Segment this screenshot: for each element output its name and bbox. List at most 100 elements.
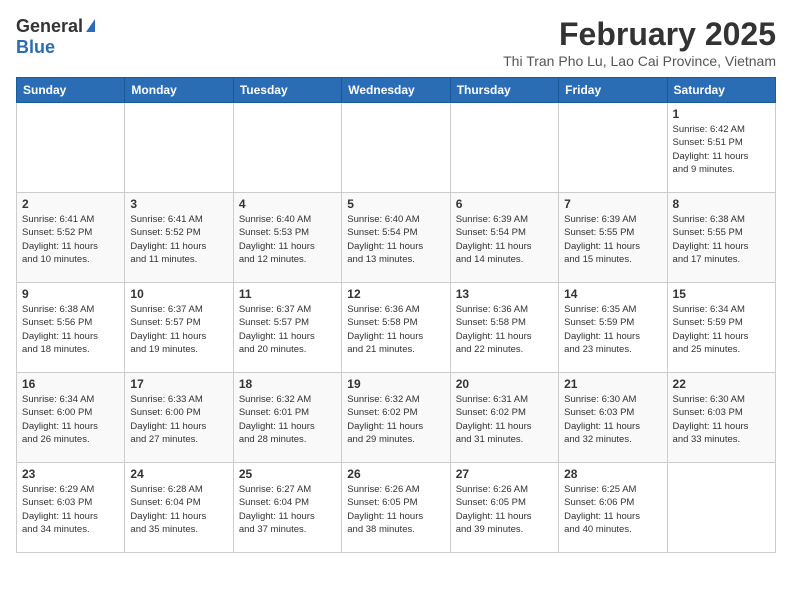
day-info: Sunrise: 6:32 AM Sunset: 6:02 PM Dayligh… — [347, 393, 444, 446]
day-number: 3 — [130, 197, 227, 211]
day-of-week-header: Wednesday — [342, 78, 450, 103]
day-number: 7 — [564, 197, 661, 211]
calendar-cell — [450, 103, 558, 193]
calendar-cell: 28 Sunrise: 6:25 AM Sunset: 6:06 PM Dayli… — [559, 463, 667, 553]
day-number: 5 — [347, 197, 444, 211]
day-info: Sunrise: 6:37 AM Sunset: 5:57 PM Dayligh… — [239, 303, 336, 356]
calendar-cell: 22 Sunrise: 6:30 AM Sunset: 6:03 PM Dayli… — [667, 373, 775, 463]
day-number: 20 — [456, 377, 553, 391]
calendar-cell: 1Sunrise: 6:42 AM Sunset: 5:51 PM Daylig… — [667, 103, 775, 193]
calendar-cell: 15 Sunrise: 6:34 AM Sunset: 5:59 PM Dayli… — [667, 283, 775, 373]
day-info: Sunrise: 6:27 AM Sunset: 6:04 PM Dayligh… — [239, 483, 336, 536]
month-title: February 2025 — [503, 16, 776, 53]
day-info: Sunrise: 6:41 AM Sunset: 5:52 PM Dayligh… — [22, 213, 119, 266]
calendar-cell: 11 Sunrise: 6:37 AM Sunset: 5:57 PM Dayli… — [233, 283, 341, 373]
logo-general-text: General — [16, 16, 83, 37]
day-info: Sunrise: 6:36 AM Sunset: 5:58 PM Dayligh… — [347, 303, 444, 356]
day-of-week-header: Thursday — [450, 78, 558, 103]
calendar-cell — [233, 103, 341, 193]
day-number: 14 — [564, 287, 661, 301]
calendar-cell: 8 Sunrise: 6:38 AM Sunset: 5:55 PM Daylig… — [667, 193, 775, 283]
day-number: 8 — [673, 197, 770, 211]
day-number: 25 — [239, 467, 336, 481]
day-number: 21 — [564, 377, 661, 391]
day-number: 9 — [22, 287, 119, 301]
calendar-cell: 9 Sunrise: 6:38 AM Sunset: 5:56 PM Daylig… — [17, 283, 125, 373]
day-number: 16 — [22, 377, 119, 391]
day-number: 15 — [673, 287, 770, 301]
day-info: Sunrise: 6:38 AM Sunset: 5:55 PM Dayligh… — [673, 213, 770, 266]
calendar-cell — [17, 103, 125, 193]
day-number: 18 — [239, 377, 336, 391]
day-info: Sunrise: 6:39 AM Sunset: 5:54 PM Dayligh… — [456, 213, 553, 266]
day-info: Sunrise: 6:37 AM Sunset: 5:57 PM Dayligh… — [130, 303, 227, 356]
calendar-cell: 13 Sunrise: 6:36 AM Sunset: 5:58 PM Dayli… — [450, 283, 558, 373]
day-number: 6 — [456, 197, 553, 211]
day-number: 19 — [347, 377, 444, 391]
day-number: 26 — [347, 467, 444, 481]
day-number: 4 — [239, 197, 336, 211]
day-info: Sunrise: 6:40 AM Sunset: 5:54 PM Dayligh… — [347, 213, 444, 266]
day-number: 24 — [130, 467, 227, 481]
day-info: Sunrise: 6:35 AM Sunset: 5:59 PM Dayligh… — [564, 303, 661, 356]
day-info: Sunrise: 6:42 AM Sunset: 5:51 PM Dayligh… — [673, 123, 770, 176]
day-info: Sunrise: 6:40 AM Sunset: 5:53 PM Dayligh… — [239, 213, 336, 266]
day-info: Sunrise: 6:39 AM Sunset: 5:55 PM Dayligh… — [564, 213, 661, 266]
day-number: 13 — [456, 287, 553, 301]
day-number: 10 — [130, 287, 227, 301]
calendar-cell: 19 Sunrise: 6:32 AM Sunset: 6:02 PM Dayli… — [342, 373, 450, 463]
day-info: Sunrise: 6:30 AM Sunset: 6:03 PM Dayligh… — [564, 393, 661, 446]
calendar-cell: 14 Sunrise: 6:35 AM Sunset: 5:59 PM Dayli… — [559, 283, 667, 373]
calendar-cell: 16Sunrise: 6:34 AM Sunset: 6:00 PM Dayli… — [17, 373, 125, 463]
day-number: 23 — [22, 467, 119, 481]
calendar-table: SundayMondayTuesdayWednesdayThursdayFrid… — [16, 77, 776, 553]
day-of-week-header: Sunday — [17, 78, 125, 103]
calendar-cell: 24 Sunrise: 6:28 AM Sunset: 6:04 PM Dayli… — [125, 463, 233, 553]
calendar-cell — [342, 103, 450, 193]
day-number: 22 — [673, 377, 770, 391]
calendar-cell: 20 Sunrise: 6:31 AM Sunset: 6:02 PM Dayli… — [450, 373, 558, 463]
calendar-cell: 6 Sunrise: 6:39 AM Sunset: 5:54 PM Daylig… — [450, 193, 558, 283]
calendar-cell: 12 Sunrise: 6:36 AM Sunset: 5:58 PM Dayli… — [342, 283, 450, 373]
location: Thi Tran Pho Lu, Lao Cai Province, Vietn… — [503, 53, 776, 69]
day-info: Sunrise: 6:31 AM Sunset: 6:02 PM Dayligh… — [456, 393, 553, 446]
day-number: 2 — [22, 197, 119, 211]
logo-triangle-icon — [86, 19, 95, 32]
day-number: 28 — [564, 467, 661, 481]
day-info: Sunrise: 6:33 AM Sunset: 6:00 PM Dayligh… — [130, 393, 227, 446]
calendar-cell: 26 Sunrise: 6:26 AM Sunset: 6:05 PM Dayli… — [342, 463, 450, 553]
day-number: 11 — [239, 287, 336, 301]
day-of-week-header: Saturday — [667, 78, 775, 103]
page-header: General Blue February 2025 Thi Tran Pho … — [16, 16, 776, 69]
calendar-cell: 27 Sunrise: 6:26 AM Sunset: 6:05 PM Dayli… — [450, 463, 558, 553]
day-info: Sunrise: 6:41 AM Sunset: 5:52 PM Dayligh… — [130, 213, 227, 266]
title-area: February 2025 Thi Tran Pho Lu, Lao Cai P… — [503, 16, 776, 69]
day-info: Sunrise: 6:36 AM Sunset: 5:58 PM Dayligh… — [456, 303, 553, 356]
day-info: Sunrise: 6:32 AM Sunset: 6:01 PM Dayligh… — [239, 393, 336, 446]
calendar-cell: 10 Sunrise: 6:37 AM Sunset: 5:57 PM Dayli… — [125, 283, 233, 373]
logo-blue-text: Blue — [16, 37, 55, 57]
calendar-cell: 4 Sunrise: 6:40 AM Sunset: 5:53 PM Daylig… — [233, 193, 341, 283]
calendar-cell — [667, 463, 775, 553]
calendar-cell: 3 Sunrise: 6:41 AM Sunset: 5:52 PM Daylig… — [125, 193, 233, 283]
calendar-cell — [559, 103, 667, 193]
day-info: Sunrise: 6:34 AM Sunset: 5:59 PM Dayligh… — [673, 303, 770, 356]
day-info: Sunrise: 6:30 AM Sunset: 6:03 PM Dayligh… — [673, 393, 770, 446]
day-of-week-header: Friday — [559, 78, 667, 103]
day-info: Sunrise: 6:38 AM Sunset: 5:56 PM Dayligh… — [22, 303, 119, 356]
calendar-cell — [125, 103, 233, 193]
day-info: Sunrise: 6:28 AM Sunset: 6:04 PM Dayligh… — [130, 483, 227, 536]
day-info: Sunrise: 6:25 AM Sunset: 6:06 PM Dayligh… — [564, 483, 661, 536]
calendar-cell: 23Sunrise: 6:29 AM Sunset: 6:03 PM Dayli… — [17, 463, 125, 553]
day-number: 17 — [130, 377, 227, 391]
calendar-cell: 25 Sunrise: 6:27 AM Sunset: 6:04 PM Dayli… — [233, 463, 341, 553]
calendar-cell: 17 Sunrise: 6:33 AM Sunset: 6:00 PM Dayli… — [125, 373, 233, 463]
day-info: Sunrise: 6:26 AM Sunset: 6:05 PM Dayligh… — [456, 483, 553, 536]
logo: General Blue — [16, 16, 95, 58]
day-number: 27 — [456, 467, 553, 481]
day-of-week-header: Tuesday — [233, 78, 341, 103]
day-info: Sunrise: 6:26 AM Sunset: 6:05 PM Dayligh… — [347, 483, 444, 536]
calendar-cell: 18 Sunrise: 6:32 AM Sunset: 6:01 PM Dayli… — [233, 373, 341, 463]
day-number: 12 — [347, 287, 444, 301]
calendar-cell: 7 Sunrise: 6:39 AM Sunset: 5:55 PM Daylig… — [559, 193, 667, 283]
